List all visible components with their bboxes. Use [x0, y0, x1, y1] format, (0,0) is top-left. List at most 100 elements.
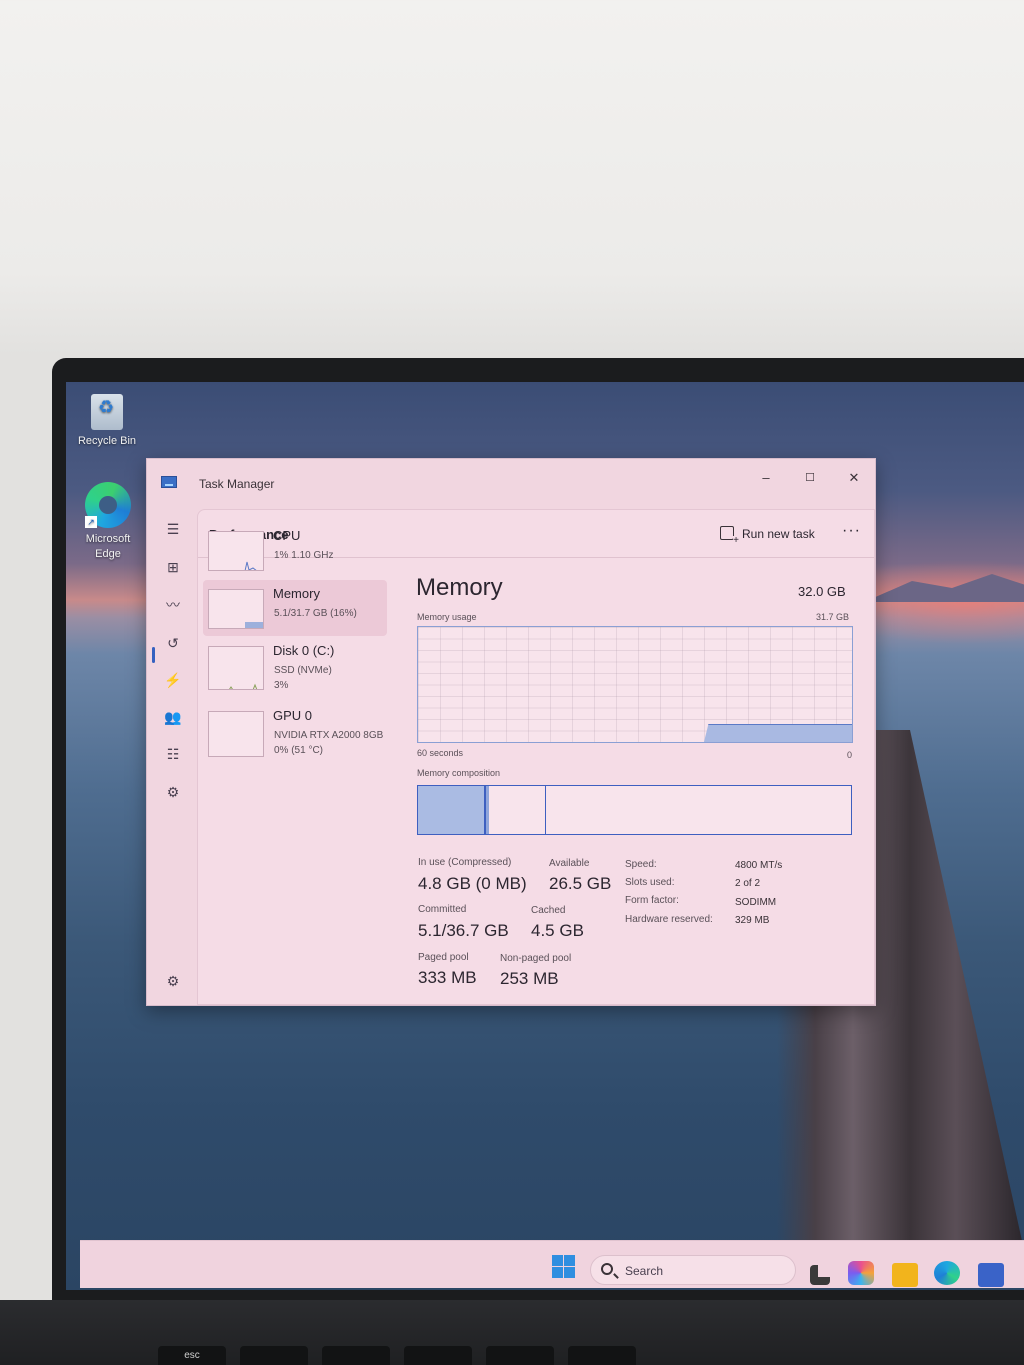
hamburger-menu-icon[interactable]: ☰ — [163, 519, 183, 539]
disk-mini-graph — [208, 646, 264, 690]
details-icon[interactable]: ☷ — [163, 744, 183, 764]
minimize-button[interactable]: – — [753, 467, 779, 489]
function-key — [486, 1346, 554, 1365]
memory-usage-fill — [704, 724, 852, 742]
windows-logo-tile — [552, 1267, 563, 1278]
file-explorer-icon[interactable] — [892, 1263, 918, 1287]
start-button[interactable] — [552, 1255, 576, 1279]
available-label: Available — [549, 858, 590, 869]
function-key — [568, 1346, 636, 1365]
services-icon[interactable]: ⚙ — [163, 782, 183, 802]
in-use-label: In use (Compressed) — [418, 857, 512, 868]
settings-icon[interactable]: ⚙ — [163, 971, 183, 991]
device-item-memory[interactable]: Memory 5.1/31.7 GB (16%) — [203, 580, 387, 636]
device-name: GPU 0 — [273, 708, 313, 723]
windows-logo-tile — [564, 1255, 575, 1266]
search-placeholder: Search — [625, 1264, 664, 1278]
available-value: 26.5 GB — [549, 874, 612, 893]
cached-label: Cached — [531, 905, 566, 916]
form-factor-value: SODIMM — [735, 897, 777, 908]
volume-up-key — [404, 1346, 472, 1365]
recycle-bin-shortcut[interactable]: Recycle Bin — [72, 394, 142, 449]
composition-in-use — [418, 786, 486, 834]
window-title: Task Manager — [199, 477, 275, 491]
title-bar[interactable]: Task Manager – ☐ ✕ — [147, 459, 875, 507]
device-detail: 1% 1.10 GHz — [274, 550, 334, 561]
startup-apps-icon[interactable]: ⚡ — [163, 670, 183, 690]
speed-label: Speed: — [625, 859, 657, 870]
form-factor-label: Form factor: — [625, 895, 679, 906]
store-icon[interactable] — [978, 1263, 1004, 1287]
memory-composition-bar[interactable] — [417, 785, 852, 835]
cpu-mini-graph — [208, 531, 264, 571]
disk-usage: 3% — [274, 680, 289, 691]
memory-usage-label: Memory usage — [417, 612, 477, 622]
users-icon[interactable]: 👥 — [163, 707, 183, 727]
committed-label: Committed — [418, 904, 467, 915]
laptop-keyboard: esc — [0, 1300, 1024, 1365]
in-use-value: 4.8 GB (0 MB) — [418, 874, 527, 893]
close-button[interactable]: ✕ — [841, 467, 867, 489]
cached-value: 4.5 GB — [531, 921, 584, 940]
recycle-bin-icon — [91, 394, 123, 430]
memory-composition-label: Memory composition — [417, 768, 501, 778]
wallpaper-mountain — [864, 574, 1024, 602]
slots-used-value: 2 of 2 — [735, 878, 761, 889]
taskbar-search[interactable]: Search — [590, 1255, 796, 1285]
esc-key: esc — [158, 1346, 226, 1365]
edge-icon: ↗ — [85, 482, 131, 528]
task-view-icon[interactable] — [810, 1265, 830, 1285]
paged-pool-label: Paged pool — [418, 952, 469, 963]
windows-logo-tile — [552, 1255, 563, 1266]
memory-usage-graph — [417, 626, 853, 743]
task-manager-app-icon — [161, 476, 177, 488]
hardware-reserved-label: Hardware reserved: — [625, 914, 713, 925]
device-item-disk[interactable]: Disk 0 (C:) SSD (NVMe) 3% — [203, 637, 387, 693]
edge-taskbar-icon[interactable] — [934, 1261, 960, 1285]
edge-shortcut[interactable]: ↗ Microsoft Edge — [72, 482, 144, 562]
gpu-mini-graph — [208, 711, 264, 757]
gpu-usage: 0% (51 °C) — [274, 745, 324, 756]
speed-value: 4800 MT/s — [735, 860, 783, 871]
nonpaged-pool-value: 253 MB — [500, 969, 559, 988]
run-new-task-button[interactable]: Run new task — [720, 523, 815, 546]
composition-standby — [488, 786, 546, 834]
committed-value: 5.1/36.7 GB — [418, 921, 509, 940]
gpu-model: NVIDIA RTX A2000 8GB — [274, 730, 384, 741]
disk-type: SSD (NVMe) — [274, 665, 332, 676]
processes-icon[interactable]: ⊞ — [163, 557, 183, 577]
maximize-button[interactable]: ☐ — [797, 467, 823, 489]
search-icon — [601, 1263, 613, 1275]
task-manager-window: Task Manager – ☐ ✕ ☰ ⊞ 〰 ↺ ⚡ 👥 ☷ ⚙ ⚙ Per… — [146, 458, 876, 1006]
memory-title: Memory — [416, 574, 503, 601]
device-name: Memory — [273, 586, 320, 601]
memory-mini-graph — [208, 589, 264, 629]
nonpaged-pool-label: Non-paged pool — [500, 953, 572, 964]
run-task-icon — [720, 526, 739, 546]
memory-usage-max: 31.7 GB — [816, 612, 850, 622]
slots-used-label: Slots used: — [625, 877, 675, 888]
app-history-icon[interactable]: ↺ — [163, 633, 183, 653]
volume-down-key — [322, 1346, 390, 1365]
device-detail: 5.1/31.7 GB (16%) — [274, 608, 357, 619]
run-new-task-label: Run new task — [742, 527, 815, 541]
paged-pool-value: 333 MB — [418, 968, 477, 987]
copilot-icon[interactable] — [848, 1261, 874, 1285]
shortcut-arrow-icon: ↗ — [85, 516, 97, 528]
time-range-label: 60 seconds — [417, 748, 464, 758]
device-detail: NVIDIA RTX A2000 8GB 0% (51 °C) — [274, 728, 383, 758]
device-item-cpu[interactable]: CPU 1% 1.10 GHz — [203, 522, 387, 578]
memory-mini-fill — [245, 622, 263, 628]
more-options-button[interactable]: ··· — [842, 522, 861, 540]
device-item-gpu[interactable]: GPU 0 NVIDIA RTX A2000 8GB 0% (51 °C) — [203, 702, 387, 758]
taskbar: Search — [80, 1240, 1024, 1288]
device-name: CPU — [273, 528, 301, 543]
windows-logo-tile — [564, 1267, 575, 1278]
hardware-reserved-value: 329 MB — [735, 915, 770, 926]
memory-total: 32.0 GB — [798, 584, 846, 599]
recycle-bin-label: Recycle Bin — [77, 435, 137, 447]
performance-icon[interactable]: 〰 — [163, 595, 183, 615]
device-detail: SSD (NVMe) 3% — [274, 663, 332, 693]
time-end-label: 0 — [847, 750, 853, 760]
performance-panel: Performance Run new task ··· CPU 1% 1.10… — [197, 509, 875, 1005]
